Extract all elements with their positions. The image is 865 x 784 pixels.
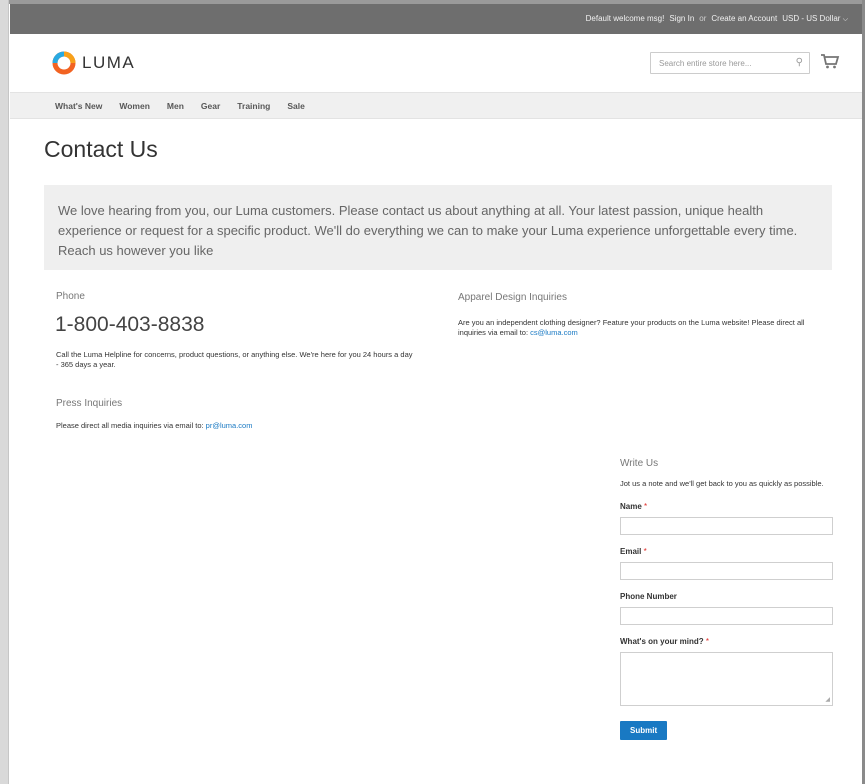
currency-switcher[interactable]: USD - US Dollar ⌵ [782, 14, 848, 24]
form-note: Jot us a note and we'll get back to you … [620, 479, 824, 488]
window-frame-left [0, 0, 9, 784]
form-title: Write Us [620, 458, 659, 469]
logo-text: LUMA [82, 53, 136, 72]
submit-button[interactable]: Submit [620, 721, 668, 740]
cart-icon[interactable] [820, 51, 840, 71]
apparel-text: Are you an independent clothing designer… [458, 318, 805, 337]
phone-number-label: Phone Number [620, 592, 833, 601]
intro-banner: We love hearing from you, our Luma custo… [44, 185, 832, 270]
comment-label-text: What's on your mind? [620, 637, 704, 646]
sign-in-link[interactable]: Sign In [669, 14, 694, 24]
phone-number: 1-800-403-8838 [55, 313, 205, 336]
press-text: Please direct all media inquiries via em… [56, 421, 206, 430]
top-bar: Default welcome msg! Sign In or Create a… [10, 4, 862, 34]
luma-logo-icon [52, 51, 76, 75]
required-mark: * [644, 502, 648, 511]
nav-item-men[interactable]: Men [167, 101, 184, 111]
or-text: or [699, 14, 707, 23]
phone-heading: Phone [56, 291, 85, 302]
header: LUMA Search entire store here... ⚲ [10, 34, 862, 92]
required-mark: * [643, 547, 647, 556]
press-description: Please direct all media inquiries via em… [56, 421, 252, 430]
email-label-text: Email [620, 547, 642, 556]
phone-number-field[interactable] [620, 607, 833, 625]
currency-label: USD - US Dollar [782, 14, 841, 23]
contact-form: Write Us Jot us a note and we'll get bac… [620, 458, 833, 740]
email-field[interactable] [620, 562, 833, 580]
welcome-message: Default welcome msg! [585, 14, 665, 23]
nav-item-training[interactable]: Training [237, 101, 270, 111]
apparel-heading: Apparel Design Inquiries [458, 292, 567, 303]
name-field[interactable] [620, 517, 833, 535]
resize-grip-icon[interactable]: ◢ [825, 696, 830, 703]
search-icon[interactable]: ⚲ [796, 57, 803, 68]
top-bar-links: Default welcome msg! Sign In or Create a… [586, 14, 848, 24]
logo[interactable]: LUMA [52, 51, 135, 75]
comment-textarea[interactable]: ◢ [620, 652, 833, 706]
create-account-link[interactable]: Create an Account [711, 14, 777, 24]
search-input[interactable]: Search entire store here... ⚲ [650, 52, 810, 74]
nav-item-gear[interactable]: Gear [201, 101, 220, 111]
phone-description: Call the Luma Helpline for concerns, pro… [56, 350, 413, 369]
page-title: Contact Us [44, 136, 158, 162]
press-email-link[interactable]: pr@luma.com [206, 421, 253, 430]
name-label-text: Name [620, 502, 642, 511]
main-navigation: What's New Women Men Gear Training Sale [10, 92, 862, 119]
comment-label: What's on your mind? * [620, 637, 833, 646]
nav-item-whats-new[interactable]: What's New [55, 101, 102, 111]
nav-item-women[interactable]: Women [119, 101, 150, 111]
required-mark: * [705, 637, 710, 646]
chevron-down-icon: ⌵ [842, 16, 848, 23]
phone-number-label-text: Phone Number [620, 592, 677, 601]
press-heading: Press Inquiries [56, 398, 123, 409]
search-placeholder: Search entire store here... [659, 59, 752, 68]
apparel-description: Are you an independent clothing designer… [458, 318, 834, 338]
email-label: Email * [620, 547, 833, 556]
name-label: Name * [620, 502, 833, 511]
apparel-email-link[interactable]: cs@luma.com [530, 328, 578, 337]
nav-item-sale[interactable]: Sale [287, 101, 305, 111]
